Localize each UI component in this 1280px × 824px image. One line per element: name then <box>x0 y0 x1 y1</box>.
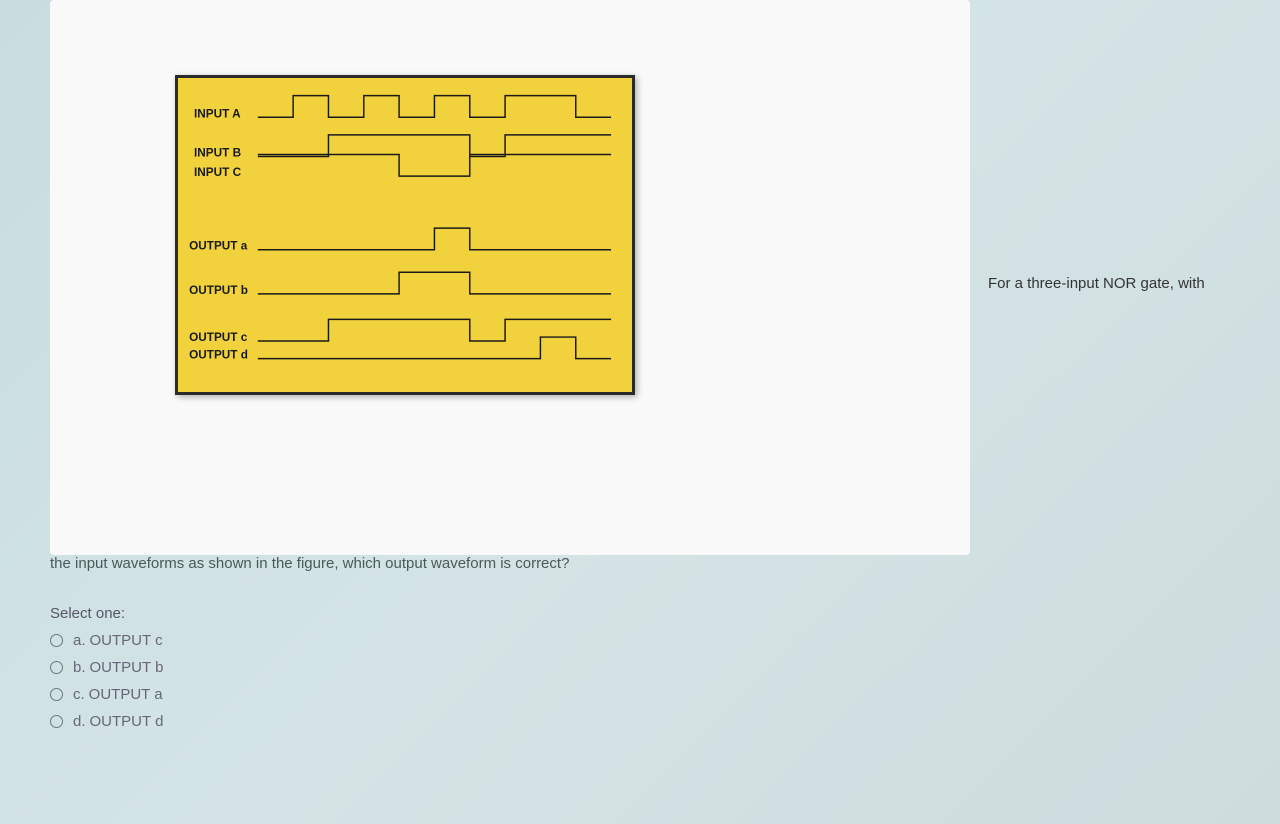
options-list: a. OUTPUT c b. OUTPUT b c. OUTPUT a d. O… <box>50 632 163 740</box>
waveform-input-b <box>258 135 611 157</box>
waveform-svg: INPUT A INPUT B INPUT C OUTPUT a OUTPUT … <box>178 78 632 392</box>
option-text: OUTPUT b <box>90 659 164 676</box>
label-output-a: OUTPUT a <box>189 240 248 253</box>
option-text: OUTPUT c <box>90 632 163 649</box>
select-one-label: Select one: <box>50 605 125 622</box>
option-text: OUTPUT d <box>90 713 164 730</box>
label-output-b: OUTPUT b <box>189 284 248 297</box>
radio-icon <box>50 661 63 674</box>
waveform-output-b <box>258 272 611 294</box>
label-input-c: INPUT C <box>194 166 242 179</box>
question-text-main: the input waveforms as shown in the figu… <box>50 555 569 572</box>
label-output-c: OUTPUT c <box>189 331 248 344</box>
question-text-lead: For a three-input NOR gate, with <box>988 275 1205 292</box>
option-b[interactable]: b. OUTPUT b <box>50 659 163 676</box>
waveform-figure: INPUT A INPUT B INPUT C OUTPUT a OUTPUT … <box>175 75 635 395</box>
radio-icon <box>50 715 63 728</box>
page-container: INPUT A INPUT B INPUT C OUTPUT a OUTPUT … <box>0 0 1280 824</box>
waveforms <box>258 96 611 359</box>
option-letter: b. <box>73 659 86 676</box>
label-input-a: INPUT A <box>194 107 241 120</box>
label-output-d: OUTPUT d <box>189 349 248 362</box>
option-a[interactable]: a. OUTPUT c <box>50 632 163 649</box>
option-letter: d. <box>73 713 86 730</box>
waveform-input-a <box>258 96 611 118</box>
waveform-output-a <box>258 228 611 250</box>
option-d[interactable]: d. OUTPUT d <box>50 713 163 730</box>
radio-icon <box>50 688 63 701</box>
label-input-b: INPUT B <box>194 147 241 160</box>
option-c[interactable]: c. OUTPUT a <box>50 686 163 703</box>
option-text: OUTPUT a <box>89 686 163 703</box>
option-letter: a. <box>73 632 86 649</box>
radio-icon <box>50 634 63 647</box>
option-letter: c. <box>73 686 85 703</box>
waveform-input-c <box>258 155 611 177</box>
